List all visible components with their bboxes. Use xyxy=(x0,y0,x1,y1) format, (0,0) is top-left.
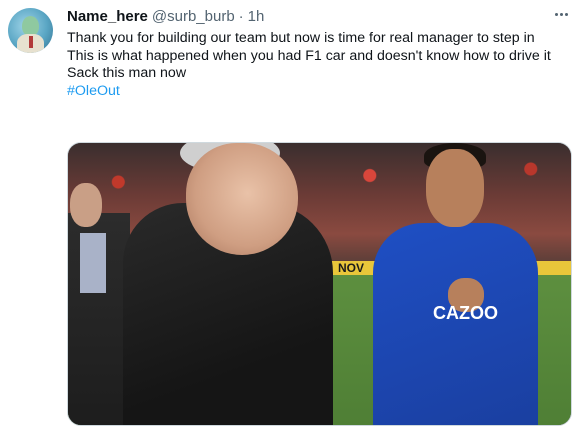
more-options-icon[interactable] xyxy=(550,6,572,22)
tweet-line: Sack this man now xyxy=(67,65,187,81)
board-text: NOV xyxy=(338,261,365,275)
avatar[interactable] xyxy=(8,8,53,53)
hashtag-link[interactable]: #OleOut xyxy=(67,83,573,101)
display-name[interactable]: Name_here xyxy=(67,8,148,25)
tweet-line: Thank you for building our team but now … xyxy=(67,30,535,46)
shirt-sponsor: CAZOO xyxy=(433,303,498,323)
background-person-head xyxy=(70,183,102,227)
tweet: Name_here @surb_burb · 1h Thank you for … xyxy=(0,0,584,435)
manager-face xyxy=(186,143,298,255)
avatar-head xyxy=(22,16,39,36)
background-person-shirt xyxy=(80,233,106,293)
timestamp[interactable]: 1h xyxy=(248,8,265,25)
tweet-header: Name_here @surb_burb · 1h xyxy=(67,8,264,28)
player-head xyxy=(426,149,484,227)
tweet-media[interactable]: NOV CAZOO xyxy=(67,142,572,426)
separator-dot: · xyxy=(238,8,244,25)
tweet-line: This is what happened when you had F1 ca… xyxy=(67,47,551,64)
user-handle[interactable]: @surb_burb xyxy=(152,8,235,25)
tweet-text: Thank you for building our team but now … xyxy=(67,30,573,100)
player-shirt xyxy=(373,223,538,425)
avatar-tie xyxy=(29,36,33,48)
